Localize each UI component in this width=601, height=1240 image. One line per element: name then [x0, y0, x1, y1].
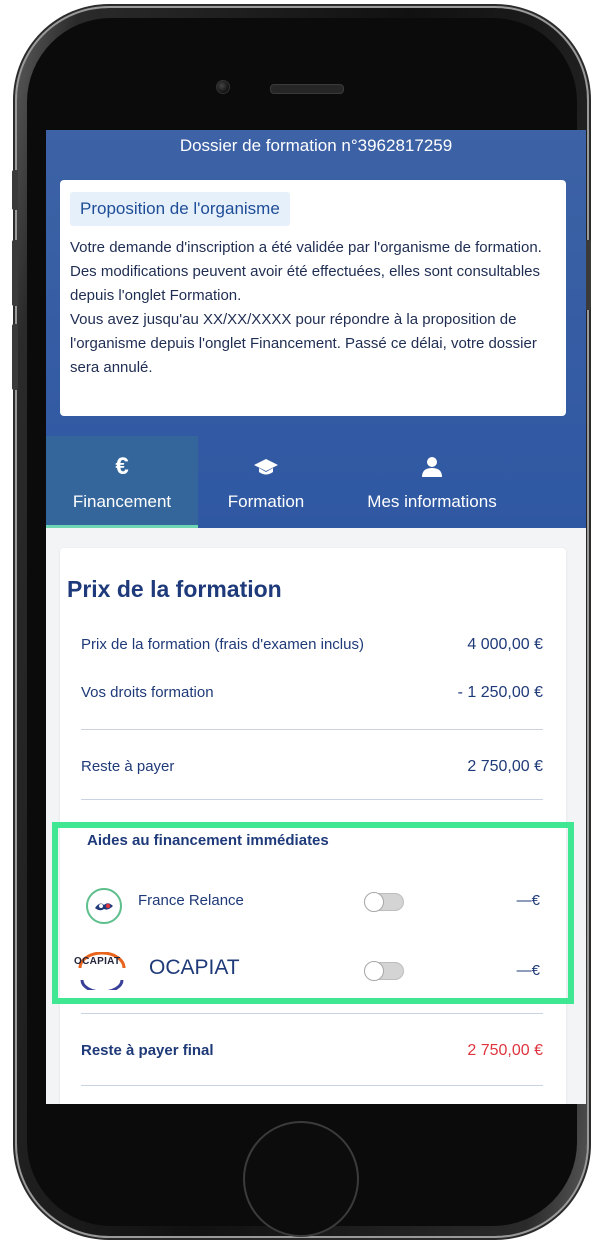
- price-row-label: Prix de la formation (frais d'examen inc…: [81, 636, 364, 653]
- final-label: Reste à payer final: [81, 1042, 214, 1059]
- france-relance-logo: [86, 888, 122, 924]
- tab-formation-label: Formation: [227, 492, 305, 511]
- tab-financement[interactable]: € Financement: [46, 436, 198, 528]
- toggle-knob: [364, 961, 384, 981]
- home-button[interactable]: [243, 1121, 359, 1237]
- toggle-knob: [364, 892, 384, 912]
- proposal-card: Proposition de l'organisme Votre demande…: [60, 180, 566, 416]
- ocapiat-toggle[interactable]: [364, 961, 404, 981]
- aide-label-france-relance: France Relance: [138, 892, 244, 909]
- tab-formation[interactable]: Formation: [198, 436, 334, 528]
- front-camera: [216, 80, 230, 94]
- aide-value-ocapiat: —€: [516, 962, 540, 979]
- tab-financement-label: Financement: [72, 492, 172, 511]
- euro-icon: €: [115, 453, 129, 480]
- price-row-value: 2 750,00 €: [467, 758, 543, 775]
- ocapiat-logo-text: OCAPIAT: [74, 956, 121, 967]
- header: Dossier de formation n°3962817259 Propos…: [46, 130, 586, 528]
- aide-label-ocapiat: OCAPIAT: [149, 956, 240, 979]
- price-row-value: - 1 250,00 €: [457, 684, 543, 701]
- price-title: Prix de la formation: [67, 576, 282, 602]
- final-value: 2 750,00 €: [467, 1042, 543, 1059]
- proposal-chip: Proposition de l'organisme: [70, 192, 290, 226]
- volume-up-button: [12, 240, 18, 306]
- tab-mes-informations-label: Mes informations: [367, 492, 497, 511]
- user-icon: [334, 454, 530, 480]
- earpiece-speaker: [270, 84, 344, 94]
- divider: [81, 1085, 543, 1086]
- france-relance-toggle[interactable]: [364, 892, 404, 912]
- tab-mes-informations[interactable]: Mes informations: [334, 436, 530, 528]
- price-row-value: 4 000,00 €: [467, 636, 543, 653]
- mute-switch: [12, 170, 18, 210]
- aides-title: Aides au financement immédiates: [87, 832, 329, 849]
- dossier-title: Dossier de formation n°3962817259: [179, 136, 453, 155]
- aide-value-france-relance: —€: [516, 892, 540, 909]
- app-screen: Dossier de formation n°3962817259 Propos…: [46, 130, 586, 1104]
- divider: [81, 799, 543, 800]
- graduation-cap-icon: [198, 454, 334, 480]
- tab-bar: € Financement Formation Mes informations: [46, 436, 586, 528]
- volume-down-button: [12, 324, 18, 390]
- proposal-paragraph-1: Votre demande d'inscription a été validé…: [70, 239, 542, 304]
- divider: [81, 1013, 543, 1014]
- price-row-label: Reste à payer: [81, 758, 175, 775]
- proposal-paragraph-2: Vous avez jusqu'au XX/XX/XXXX pour répon…: [70, 311, 537, 376]
- proposal-text: Votre demande d'inscription a été validé…: [70, 236, 560, 380]
- price-row-label: Vos droits formation: [81, 684, 214, 701]
- divider: [81, 729, 543, 730]
